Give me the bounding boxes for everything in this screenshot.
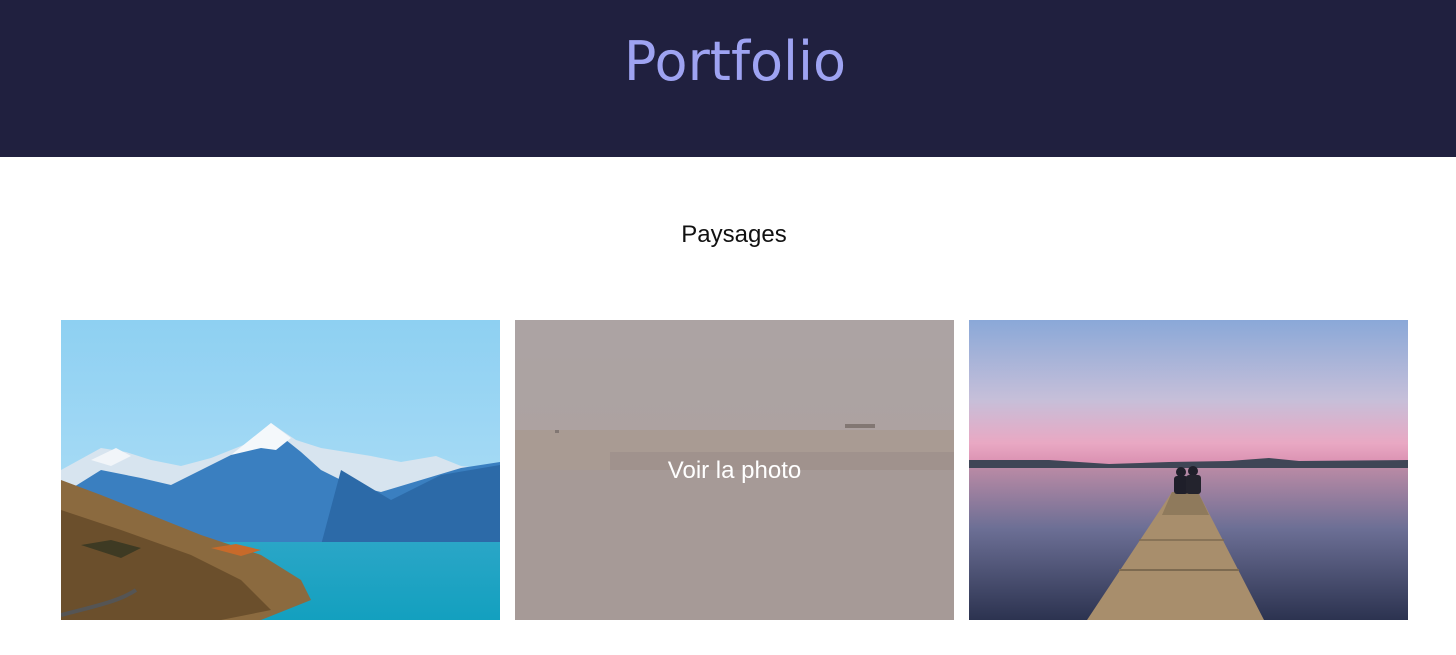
- mountain-lake-image: [61, 320, 500, 620]
- pier-sunset-image: [969, 320, 1408, 620]
- photo-card-mountain-lake[interactable]: [61, 320, 500, 620]
- site-header: Portfolio: [0, 0, 1456, 157]
- view-photo-label[interactable]: Voir la photo: [515, 456, 954, 486]
- section-title: Paysages: [681, 221, 787, 248]
- photo-card-sea-dusk[interactable]: Voir la photo: [515, 320, 954, 620]
- page-title: Portfolio: [623, 30, 847, 93]
- photo-card-pier-sunset[interactable]: [969, 320, 1408, 620]
